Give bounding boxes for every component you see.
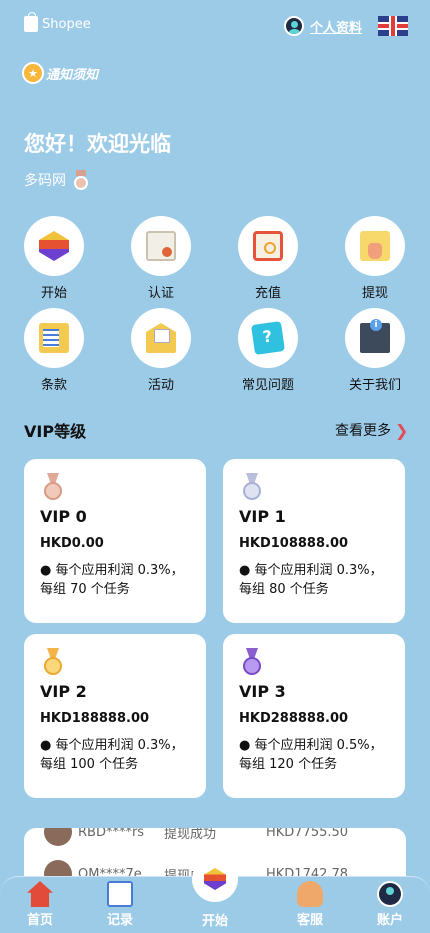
document-icon <box>39 323 69 353</box>
envelope-icon <box>146 323 176 353</box>
tab-label: 首页 <box>26 913 53 928</box>
home-icon <box>27 881 53 907</box>
top-bar: Shopee 个人资料 <box>0 0 430 56</box>
menu-label: 条款 <box>40 378 67 393</box>
see-more-link[interactable]: 查看更多 ❯ <box>335 420 408 440</box>
customer-service-icon <box>297 881 323 907</box>
vip-description: ● 每个应用利润 0.3%，每组 70 个任务 <box>40 563 184 597</box>
list-item: RBD****rs 提现成功 HKD7755.50 <box>44 828 394 846</box>
about-icon <box>360 319 390 353</box>
vip-price: HKD188888.00 <box>40 711 150 726</box>
tab-label: 记录 <box>106 913 133 928</box>
safe-icon <box>253 231 283 261</box>
menu-deposit[interactable]: 充值 <box>228 216 308 301</box>
layers-icon <box>39 231 69 261</box>
tab-label: 客服 <box>296 913 323 928</box>
menu-start[interactable]: 开始 <box>14 216 94 301</box>
avatar-icon <box>284 16 304 36</box>
vip-level: VIP 3 <box>239 682 286 701</box>
vip-card-1[interactable]: VIP 1 HKD108888.00 ● 每个应用利润 0.3%，每组 80 个… <box>223 459 405 623</box>
record-status: 提现成功 <box>164 828 217 842</box>
shopping-bag-icon <box>24 12 38 32</box>
vip-section-title: VIP等级 <box>24 422 87 441</box>
vip-price: HKD288888.00 <box>239 711 349 726</box>
menu-faq[interactable]: 常见问题 <box>228 308 308 393</box>
profile-link[interactable]: 个人资料 <box>284 16 362 36</box>
site-name-row: 多码网 <box>24 170 88 190</box>
account-icon <box>377 881 403 907</box>
vip-level: VIP 1 <box>239 507 286 526</box>
menu-label: 活动 <box>147 378 174 393</box>
silver-medal-icon <box>243 473 261 501</box>
menu-label: 关于我们 <box>348 378 401 393</box>
menu-label: 认证 <box>147 286 174 301</box>
vip-level: VIP 2 <box>40 682 87 701</box>
vip-description: ● 每个应用利润 0.3%，每组 100 个任务 <box>40 738 184 772</box>
vip-description: ● 每个应用利润 0.3%，每组 80 个任务 <box>239 563 383 597</box>
tab-label: 账户 <box>376 913 403 928</box>
menu-terms[interactable]: 条款 <box>14 308 94 393</box>
vip-price: HKD108888.00 <box>239 536 349 551</box>
menu-verify[interactable]: 认证 <box>121 216 201 301</box>
tab-home[interactable]: 首页 <box>10 881 70 928</box>
profile-label: 个人资料 <box>310 20 363 36</box>
brand-name: Shopee <box>42 16 91 32</box>
uk-flag-language-icon[interactable] <box>378 16 408 36</box>
vip-price: HKD0.00 <box>40 536 104 551</box>
gold-medal-icon <box>44 648 62 676</box>
certificate-icon <box>146 231 176 261</box>
vip-medal-icon <box>74 170 88 190</box>
menu-label: 提现 <box>361 286 388 301</box>
vip-level: VIP 0 <box>40 507 87 526</box>
chevron-right-icon: ❯ <box>395 420 409 440</box>
vip-description: ● 每个应用利润 0.5%，每组 120 个任务 <box>239 738 383 772</box>
notice-label: 通知须知 <box>46 67 99 83</box>
menu-label: 开始 <box>40 286 67 301</box>
avatar <box>44 828 72 846</box>
site-name: 多码网 <box>24 173 66 189</box>
brand-logo: Shopee <box>24 12 91 32</box>
bronze-medal-icon <box>44 473 62 501</box>
layers-icon <box>204 868 226 890</box>
tab-service[interactable]: 客服 <box>280 881 340 928</box>
menu-events[interactable]: 活动 <box>121 308 201 393</box>
tab-account[interactable]: 账户 <box>360 881 420 928</box>
record-user: RBD****rs <box>78 828 145 840</box>
notice-button[interactable]: ★ 通知须知 <box>22 62 98 84</box>
record-icon <box>107 881 133 907</box>
vip-card-0[interactable]: VIP 0 HKD0.00 ● 每个应用利润 0.3%，每组 70 个任务 <box>24 459 206 623</box>
menu-label: 常见问题 <box>241 378 294 393</box>
faq-icon <box>251 321 285 355</box>
menu-withdraw[interactable]: 提现 <box>335 216 415 301</box>
vip-card-2[interactable]: VIP 2 HKD188888.00 ● 每个应用利润 0.3%，每组 100 … <box>24 634 206 798</box>
vip-card-3[interactable]: VIP 3 HKD288888.00 ● 每个应用利润 0.5%，每组 120 … <box>223 634 405 798</box>
bell-icon: ★ <box>22 62 44 84</box>
see-more-label: 查看更多 <box>335 423 391 439</box>
menu-about[interactable]: 关于我们 <box>335 308 415 393</box>
tab-start-label[interactable]: 开始 <box>175 910 255 929</box>
purple-medal-icon <box>243 648 261 676</box>
record-amount: HKD7755.50 <box>266 828 349 840</box>
start-button[interactable] <box>192 856 238 902</box>
atm-withdraw-icon <box>360 231 390 261</box>
tab-records[interactable]: 记录 <box>90 881 150 928</box>
menu-label: 充值 <box>254 286 281 301</box>
greeting-title: 您好！欢迎光临 <box>24 132 171 156</box>
